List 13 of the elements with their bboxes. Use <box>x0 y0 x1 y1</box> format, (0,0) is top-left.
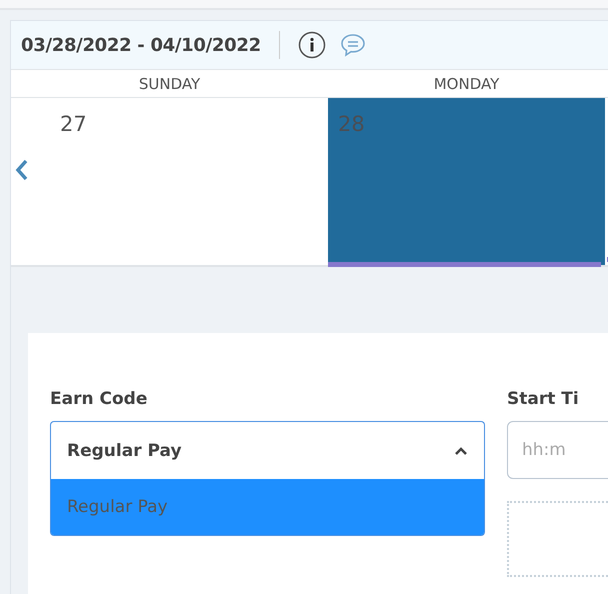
field-label: Start Ti <box>507 389 580 411</box>
chevron-left-icon[interactable] <box>15 159 29 181</box>
day-number: 27 <box>60 112 87 136</box>
day-number: 28 <box>338 112 365 136</box>
day-name: MONDAY <box>434 74 500 92</box>
start-time-field[interactable]: hh:m <box>507 421 608 479</box>
day-cell[interactable]: 27 <box>11 98 328 265</box>
day-name: SUNDAY <box>138 74 200 92</box>
date-range: 03/28/2022 - 04/10/2022 <box>21 34 261 56</box>
info-icon[interactable] <box>298 31 326 59</box>
caret-icon <box>454 446 468 456</box>
field-label: Earn Code <box>50 389 148 411</box>
comment-icon[interactable] <box>340 33 366 57</box>
